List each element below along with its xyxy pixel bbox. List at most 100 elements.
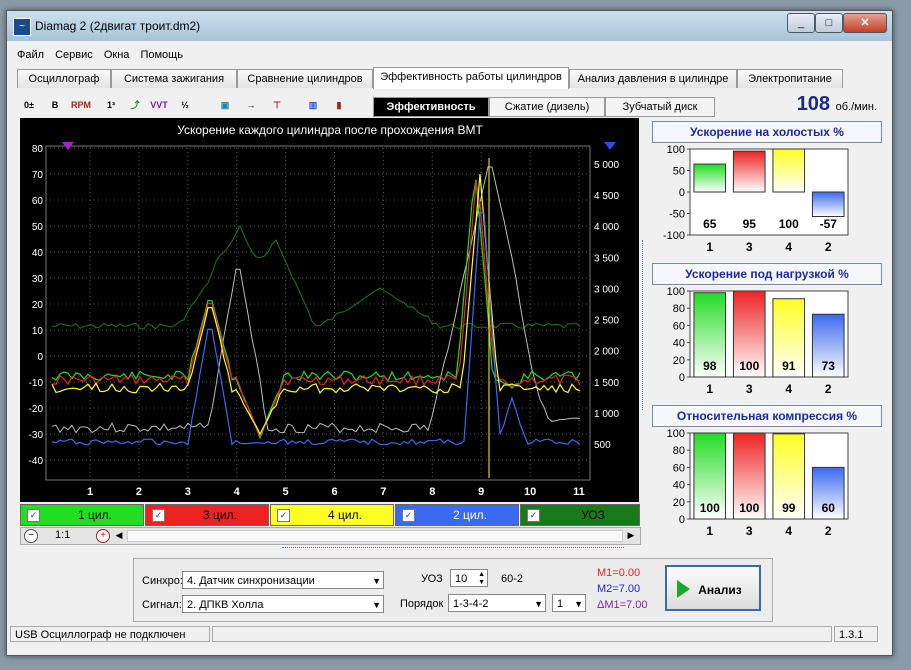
subtab-compression[interactable]: Сжатие (дизель): [489, 97, 605, 117]
checkbox-icon[interactable]: ✓: [277, 509, 290, 522]
bar-chart-icon[interactable]: ▥: [303, 95, 323, 115]
cylinder-icon[interactable]: ▮: [329, 95, 349, 115]
bold-icon[interactable]: B: [45, 95, 65, 115]
signal-select[interactable]: 2. ДПКВ Холла ▼: [182, 595, 384, 613]
legend-cyl-3[interactable]: ✓ 3 цил.: [145, 504, 269, 526]
tab-ignition[interactable]: Система зажигания: [111, 69, 237, 88]
play-icon: [677, 580, 690, 598]
x-tick-label: 9: [478, 486, 484, 498]
line-chart-icon[interactable]: ⤴: [125, 95, 145, 115]
tab-cylinder-efficiency[interactable]: Эффективность работы цилиндров: [373, 67, 569, 89]
menu-file[interactable]: Файл: [17, 49, 44, 61]
left-tick-label: 10: [32, 326, 44, 337]
subtab-efficiency[interactable]: Эффективность: [373, 97, 489, 117]
right-tick-label: 500: [594, 440, 611, 451]
signal-value: 2. ДПКВ Холла: [187, 599, 264, 611]
sync-value: 4. Датчик синхронизации: [187, 575, 315, 587]
x-tick-label: 6: [331, 486, 337, 498]
zoom-fit-icon[interactable]: 0±: [19, 95, 39, 115]
x-tick-label: 1: [87, 486, 93, 498]
tab-oscilloscope[interactable]: Осциллограф: [17, 69, 111, 88]
stepper-arrows-icon[interactable]: ▲ ▼: [478, 571, 485, 587]
sync-label: Синхро:: [142, 575, 183, 587]
category-label: 4: [785, 240, 792, 254]
tab-pressure-analysis[interactable]: Анализ давления в цилиндре: [569, 69, 737, 88]
x-tick-label: 7: [380, 486, 386, 498]
order-index-select[interactable]: 1 ▼: [552, 594, 586, 612]
rpm-icon[interactable]: RPM: [71, 95, 91, 115]
scroll-right-icon[interactable]: ▶: [625, 528, 637, 542]
close-button[interactable]: ✕: [843, 13, 887, 33]
right-tick-label: 1 000: [594, 409, 619, 420]
legend-label: 4 цил.: [328, 508, 362, 522]
left-tick-label: 60: [32, 196, 44, 207]
minimize-button[interactable]: _: [787, 13, 815, 33]
legend-cyl-2[interactable]: ✓ 2 цил.: [395, 504, 519, 526]
y-tick-label: 80: [673, 445, 685, 457]
bar-value-label: 98: [703, 359, 717, 373]
uoz-stepper[interactable]: 10 ▲ ▼: [450, 569, 488, 587]
checkbox-icon[interactable]: ✓: [152, 509, 165, 522]
x-tick-label: 11: [573, 486, 585, 498]
scope-title: Ускорение каждого цилиндра после прохожд…: [177, 123, 483, 137]
vvti-icon[interactable]: VVT: [149, 95, 169, 115]
x-tick-label: 2: [136, 486, 142, 498]
bar-value-label: 65: [703, 217, 717, 231]
panel-title: Относительная компрессия %: [652, 405, 882, 427]
sync-select[interactable]: 4. Датчик синхронизации ▼: [182, 571, 384, 589]
bar-value-label: 100: [739, 501, 759, 515]
checkbox-icon[interactable]: ✓: [527, 509, 540, 522]
marker-m1: M1=0.00: [597, 567, 641, 579]
left-tick-label: 80: [32, 144, 44, 155]
left-tick-label: -30: [29, 430, 44, 441]
order-index-value: 1: [557, 598, 564, 610]
uoz-trace: [51, 224, 581, 330]
tab-power-supply[interactable]: Электропитание: [737, 69, 843, 88]
oscilloscope-chart[interactable]: Ускорение каждого цилиндра после прохожд…: [20, 118, 639, 502]
panel-idle-acceleration: Ускорение на холостых % 100 50 0 -50 -100 65 1…: [652, 121, 882, 261]
y-tick-label: 40: [673, 480, 685, 492]
status-spacer: [212, 626, 832, 642]
menu-service[interactable]: Сервис: [55, 49, 93, 61]
maximize-button[interactable]: □: [815, 13, 843, 33]
zoom-in-icon[interactable]: +: [96, 529, 110, 543]
legend-label: УОЗ: [581, 508, 605, 522]
marker-icon[interactable]: ⊤: [267, 95, 287, 115]
x-tick-label: 4: [234, 486, 241, 498]
category-label: 2: [825, 382, 832, 396]
right-tick-label: 2 000: [594, 347, 619, 358]
y-tick-label: 40: [673, 338, 685, 350]
category-label: 3: [746, 382, 753, 396]
half-scale-icon[interactable]: ½: [175, 95, 195, 115]
sequence-icon[interactable]: →: [241, 95, 261, 115]
scroll-left-icon[interactable]: ◀: [113, 528, 125, 542]
bar-value-label: -57: [820, 217, 838, 231]
right-tick-label: 1 500: [594, 378, 619, 389]
checkbox-icon[interactable]: ✓: [402, 509, 415, 522]
menu-help[interactable]: Помощь: [140, 49, 183, 61]
subtab-toothed-disk[interactable]: Зубчатый диск: [605, 97, 715, 117]
chevron-down-icon: ▼: [574, 599, 583, 609]
analyze-button[interactable]: Анализ: [665, 565, 761, 611]
legend-uoz[interactable]: ✓ УОЗ: [520, 504, 640, 526]
order-label: Порядок: [400, 598, 444, 610]
tab-cylinder-compare[interactable]: Сравнение цилиндров: [237, 69, 373, 88]
checkbox-icon[interactable]: ✓: [27, 509, 40, 522]
zoom-scale: 1:1: [55, 529, 71, 541]
category-label: 2: [825, 240, 832, 254]
splitter-handle[interactable]: [282, 547, 624, 553]
status-bar: USB Осциллограф не подключен 1.3.1: [10, 626, 880, 642]
menu-windows[interactable]: Окна: [104, 49, 130, 61]
app-icon: ~: [13, 18, 31, 36]
bar: [732, 150, 766, 193]
order-select[interactable]: 1-3-4-2 ▼: [448, 594, 546, 612]
legend-cyl-4[interactable]: ✓ 4 цил.: [270, 504, 394, 526]
screen-icon[interactable]: ▣: [215, 95, 235, 115]
horizontal-scrollbar[interactable]: [127, 530, 623, 542]
zoom-out-icon[interactable]: −: [24, 529, 38, 543]
bar-value-label: 99: [782, 501, 796, 515]
marker-m2-icon[interactable]: [604, 142, 616, 150]
legend-cyl-1[interactable]: ✓ 1 цил.: [20, 504, 144, 526]
numbering-icon[interactable]: 1³: [101, 95, 121, 115]
vertical-splitter[interactable]: [642, 240, 648, 410]
